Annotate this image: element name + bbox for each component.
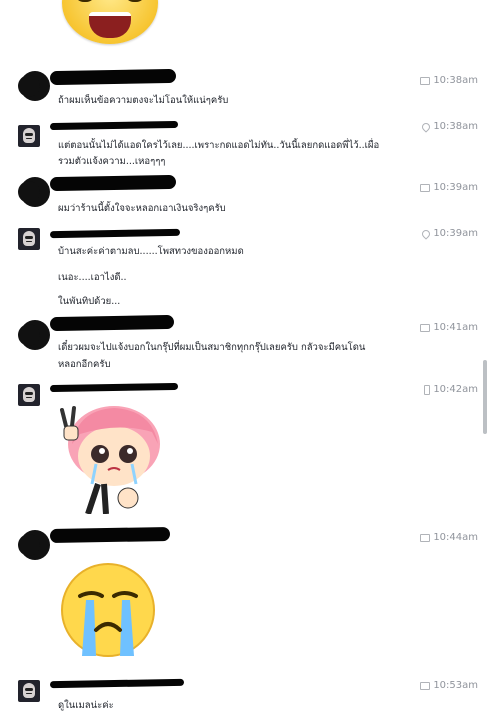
pin-icon	[420, 120, 432, 133]
avatar[interactable]	[18, 125, 40, 147]
crying-girl-sticker	[60, 406, 160, 514]
sender-name-redacted	[49, 526, 171, 544]
message-group: 10:44am	[0, 520, 490, 560]
message-text: เดี๋ยวผมจะไปแจ้งบอกในกรุ๊ปที่ผมเป็นสมาชิ…	[58, 342, 366, 353]
sender-name-redacted	[49, 382, 179, 393]
timestamp: 10:39am	[420, 182, 478, 193]
message-text: รวมตัวแจ้งความ...เหอๆๆๆ	[58, 156, 166, 167]
timestamp: 10:42am	[424, 384, 478, 395]
timestamp: 10:38am	[420, 120, 478, 133]
message-text: ในพันทิปด้วย...	[58, 296, 121, 307]
scrollbar[interactable]	[483, 360, 487, 434]
message-icon	[420, 323, 431, 332]
crying-face-sticker	[61, 563, 155, 657]
sender-name-redacted	[49, 228, 181, 239]
message-text: หลอกอีกครับ	[58, 359, 111, 370]
message-group: 10:39am ผมว่าร้านนี้ตั้งใจจะหลอกเอาเงินจ…	[0, 174, 490, 216]
pin-icon	[420, 227, 432, 240]
message-group: 10:38am ถ้าผมเห็นข้อความตงจะไม่โอนให้แน่…	[0, 68, 490, 113]
sender-name-redacted	[49, 678, 185, 689]
avatar[interactable]	[18, 75, 40, 97]
laughing-emoji-sticker	[62, 0, 158, 44]
message-text: เนอะ....เอาไงดี..	[58, 272, 127, 283]
message-group: 10:42am	[0, 382, 490, 406]
sender-name-redacted	[49, 120, 179, 131]
avatar[interactable]	[18, 384, 40, 406]
message-icon	[420, 681, 431, 690]
timestamp: 10:39am	[420, 227, 478, 240]
sender-name-redacted	[49, 68, 177, 86]
avatar[interactable]	[18, 534, 40, 556]
timestamp: 10:41am	[420, 322, 478, 333]
message-text: ดูในเมลน่ะค่ะ	[58, 700, 114, 711]
message-text: ถ้าผมเห็นข้อความตงจะไม่โอนให้แน่ๆครับ	[58, 95, 229, 106]
timestamp: 10:44am	[420, 532, 478, 543]
phone-icon	[424, 384, 431, 395]
message-group: 10:39am บ้านสะค่ะค่าตามลบ......โพสทวงของ…	[0, 227, 490, 308]
message-group: 10:41am เดี๋ยวผมจะไปแจ้งบอกในกรุ๊ปที่ผมเ…	[0, 314, 490, 376]
message-text: บ้านสะค่ะค่าตามลบ......โพสทวงของออกหมด	[58, 246, 244, 257]
avatar[interactable]	[18, 181, 40, 203]
message-text: แต่ตอนนั้นไม่ได้แอดใครไว้เลย....เพราะกดแ…	[58, 140, 380, 151]
sender-name-redacted	[49, 314, 175, 332]
avatar[interactable]	[18, 228, 40, 250]
avatar[interactable]	[18, 680, 40, 702]
sender-name-redacted	[49, 174, 177, 192]
message-icon	[420, 533, 431, 542]
avatar[interactable]	[18, 324, 40, 346]
message-icon	[420, 183, 431, 192]
timestamp: 10:53am	[420, 680, 478, 691]
message-group: 10:53am ดูในเมลน่ะค่ะ	[0, 678, 490, 718]
message-text: ผมว่าร้านนี้ตั้งใจจะหลอกเอาเงินจริงๆครับ	[58, 203, 226, 214]
timestamp: 10:38am	[420, 75, 478, 86]
message-icon	[420, 76, 431, 85]
message-group: 10:38am แต่ตอนนั้นไม่ได้แอดใครไว้เลย....…	[0, 120, 490, 174]
